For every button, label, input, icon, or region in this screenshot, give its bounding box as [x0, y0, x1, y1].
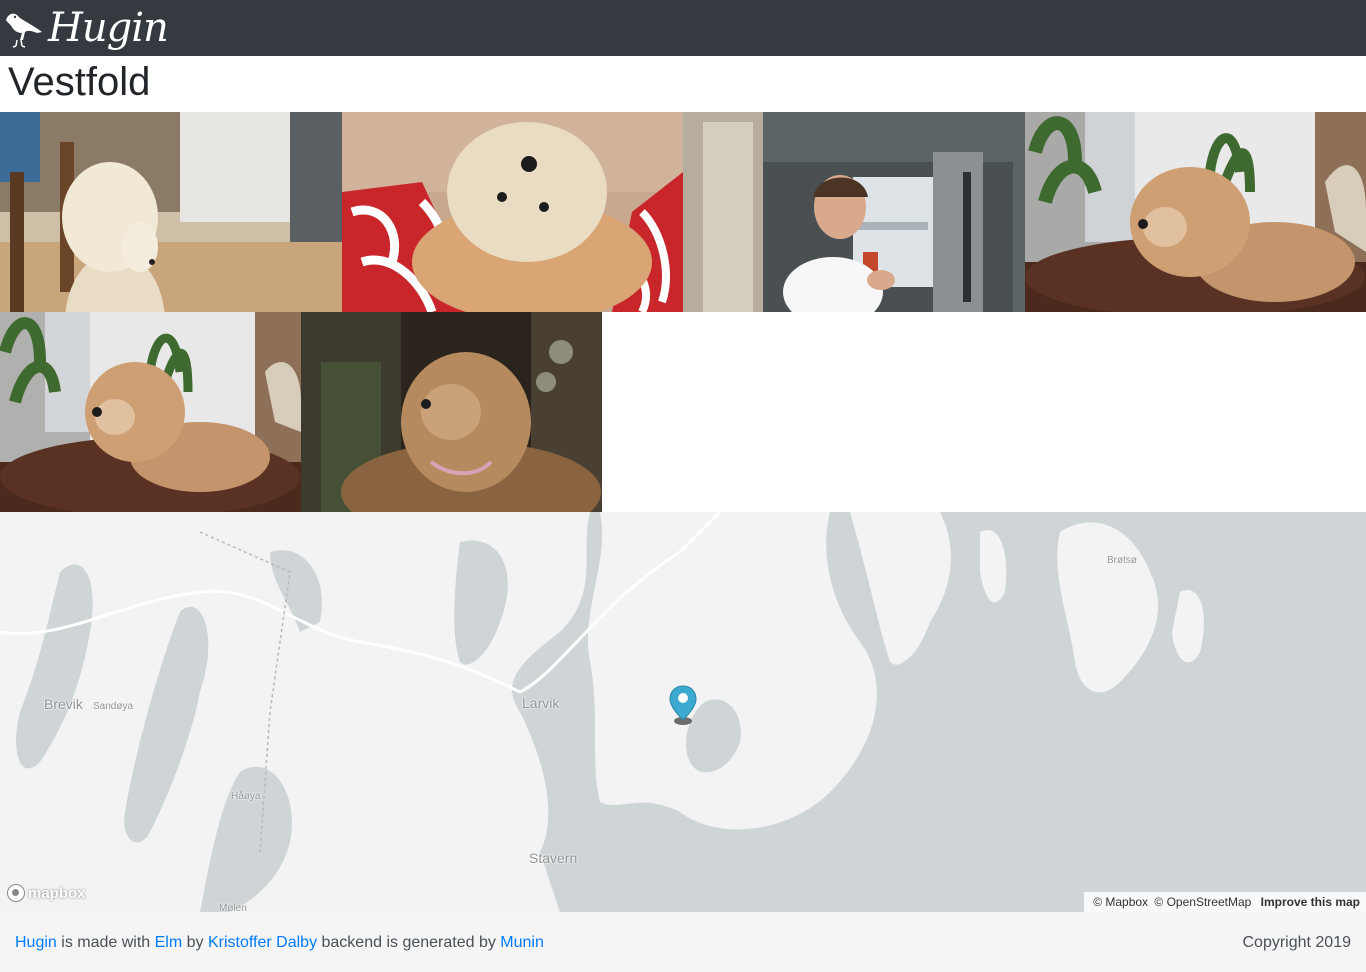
photo-image — [683, 112, 1025, 312]
footer-text: by — [182, 934, 208, 951]
photo-image — [342, 112, 683, 312]
improve-map-link[interactable]: Improve this map — [1261, 895, 1360, 909]
photo-image — [1025, 112, 1366, 312]
author-link[interactable]: Kristoffer Dalby — [208, 934, 317, 951]
footer-text: is made with — [56, 934, 155, 951]
footer-credits: Hugin is made with Elm by Kristoffer Dal… — [15, 934, 544, 952]
mapbox-logo-text: mapbox — [28, 884, 86, 902]
photo-thumbnail[interactable] — [1025, 112, 1366, 312]
place-label: Larvik — [522, 695, 560, 711]
mapbox-logo[interactable]: mapbox — [7, 884, 86, 902]
place-label: Håøya — [231, 791, 261, 802]
footer-text: backend is generated by — [317, 934, 501, 951]
map[interactable]: Brevik Sandøya Larvik Håøya Stavern Brøt… — [0, 512, 1366, 912]
place-label: Brøtsø — [1107, 555, 1137, 566]
page-title: Vestfold — [8, 60, 151, 104]
photo-image — [301, 312, 602, 512]
copyright: Copyright 2019 — [1242, 934, 1351, 951]
photo-image — [0, 112, 342, 312]
munin-link[interactable]: Munin — [500, 934, 544, 951]
navbar: Hugin — [0, 0, 1366, 56]
attribution-osm-link[interactable]: © OpenStreetMap — [1154, 895, 1251, 909]
attribution-mapbox-link[interactable]: © Mapbox — [1093, 895, 1148, 909]
raven-icon — [6, 13, 42, 48]
footer: Hugin is made with Elm by Kristoffer Dal… — [0, 912, 1366, 972]
elm-link[interactable]: Elm — [155, 934, 183, 951]
place-label: Stavern — [529, 850, 578, 866]
mapbox-logo-icon — [7, 884, 25, 902]
brand-link[interactable]: Hugin — [4, 4, 169, 52]
brand-name: Hugin — [48, 5, 169, 51]
photo-thumbnail[interactable] — [0, 312, 301, 512]
photo-thumbnail[interactable] — [342, 112, 683, 312]
map-marker-icon[interactable] — [668, 684, 698, 726]
place-label: Brevik — [44, 696, 83, 712]
map-attribution: © Mapbox © OpenStreetMap Improve this ma… — [1084, 892, 1366, 912]
photo-thumbnail[interactable] — [301, 312, 602, 512]
place-label: Sandøya — [93, 701, 134, 712]
photo-thumbnail[interactable] — [0, 112, 342, 312]
photo-image — [0, 312, 301, 512]
hugin-link[interactable]: Hugin — [15, 934, 57, 951]
photo-thumbnail[interactable] — [683, 112, 1025, 312]
place-label: Mølen — [219, 903, 247, 912]
